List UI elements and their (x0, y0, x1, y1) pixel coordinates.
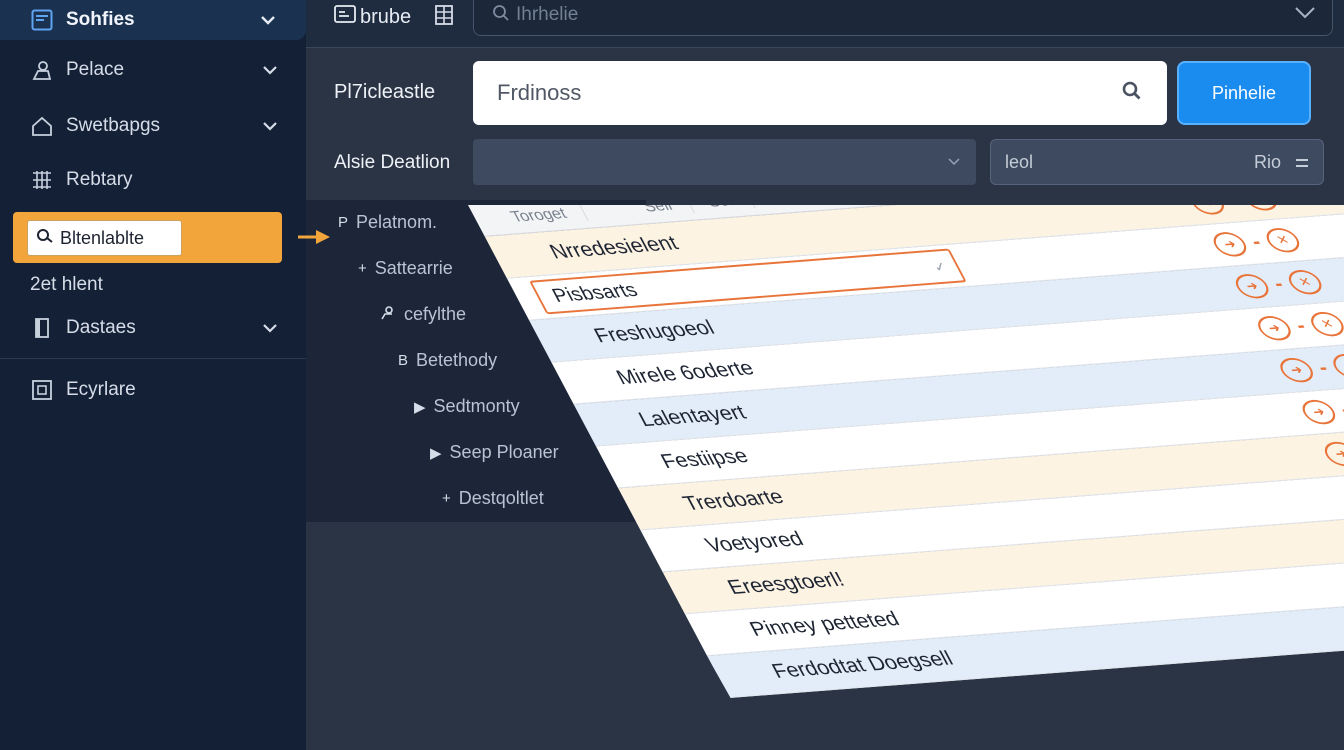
row-actions: ➜-✕ (1230, 268, 1327, 300)
row-actions: ➜-✕ (1186, 188, 1283, 216)
filter-input[interactable]: leol Rio (990, 139, 1324, 185)
row-action-edit-icon[interactable]: ➜ (1208, 231, 1252, 258)
primary-button[interactable]: Pinhelie (1177, 61, 1311, 125)
chevron-down-icon (948, 153, 960, 171)
grid-icon (30, 168, 54, 192)
search-icon[interactable] (1121, 80, 1143, 107)
action-separator: - (1224, 188, 1244, 211)
tree-item[interactable]: + Destqoltlet (442, 488, 544, 509)
top-bar: brube Ihrhelie (306, 0, 1344, 48)
expand-arrow-icon[interactable]: ▶ (430, 444, 442, 462)
tree-marker: P (338, 214, 349, 231)
action-separator: - (1335, 398, 1344, 421)
arrow-right-icon (298, 228, 332, 251)
global-search-input[interactable]: Ihrhelie (473, 0, 1333, 36)
tree-item-label: Sedtmonty (433, 396, 520, 416)
expand-arrow-icon[interactable]: ▶ (414, 398, 426, 416)
search-settings-icon (36, 227, 54, 250)
action-separator: - (1269, 272, 1288, 295)
chevron-down-icon[interactable] (260, 116, 280, 136)
tree-item[interactable]: cefylthe (380, 304, 466, 325)
main-input-value: Frdinoss (497, 80, 582, 105)
row-actions: ➜-✕ (1275, 352, 1344, 384)
filter-left-label: leol (1005, 151, 1034, 172)
sidebar-active-label: Bltenlablte (60, 227, 145, 248)
row-action-more-icon[interactable]: ✕ (1283, 268, 1327, 296)
sidebar-item-active[interactable]: Bltenlablte (13, 212, 282, 263)
tree-item-label: Betethody (416, 350, 498, 370)
tree-item-label: cefylthe (404, 304, 467, 324)
sidebar-item-label: Dastaes (66, 317, 136, 338)
frame-icon (30, 378, 54, 402)
person-icon (380, 305, 396, 325)
sidebar-active-chip[interactable]: Bltenlablte (27, 220, 182, 256)
select-dropdown[interactable] (473, 139, 976, 185)
main-text-input[interactable]: Frdinoss (473, 61, 1167, 125)
tree-item-label: Destqoltlet (458, 488, 544, 508)
chevron-down-icon[interactable] (260, 60, 280, 80)
data-table: Toroget Sell Set - Nrredesielent➜-✕Pisbs… (468, 188, 1344, 699)
sidebar-item-swetbapgs[interactable]: Swetbapgs (0, 104, 306, 148)
tree-item[interactable]: ▶ Sedtmonty (414, 396, 520, 417)
sidebar: Sohfies Pelace Swetbapgs Rebtary Bltenla… (0, 0, 306, 750)
document-icon (30, 316, 54, 340)
action-separator: - (1246, 230, 1266, 253)
chevron-down-icon[interactable] (260, 318, 280, 338)
tree-marker: B (398, 352, 409, 369)
main-field-label: Pl7icleastle (334, 81, 436, 103)
tree-item[interactable]: + Sattearrie (358, 258, 453, 279)
filter-right-label: Rio (1253, 151, 1281, 172)
row-action-more-icon[interactable]: ✕ (1239, 205, 1283, 212)
sidebar-item-dastaes[interactable]: Dastaes (0, 306, 306, 350)
search-icon (492, 4, 510, 27)
table-body: Nrredesielent ➜ - ✕ Pisbsarts ✓ ➜ - ✕ Freshugoeol… (484, 188, 1344, 699)
action-separator: - (1313, 356, 1333, 379)
sidebar-item-ecyrlare[interactable]: Ecyrlare (0, 368, 306, 412)
brand-label: brube (360, 5, 412, 28)
row-action-more-icon[interactable]: ✕ (1261, 226, 1305, 254)
column-header[interactable]: Toroget (471, 205, 589, 229)
home-icon (30, 114, 54, 138)
tree-item[interactable]: B Betethody (398, 350, 497, 371)
tree-item-label: Sattearrie (374, 258, 453, 278)
tree-item[interactable]: ▶ Seep Ploaner (430, 442, 559, 463)
action-separator: - (1291, 314, 1310, 337)
sidebar-item-plain[interactable]: 2et hlent (30, 274, 103, 296)
tree-item-label: Seep Ploaner (449, 442, 559, 462)
sidebar-divider (0, 358, 306, 359)
chevron-down-icon[interactable] (258, 10, 278, 30)
menu-lines-icon[interactable] (1295, 152, 1309, 173)
sidebar-header[interactable]: Sohfies (0, 0, 306, 40)
row-action-more-icon[interactable]: ✕ (1305, 310, 1344, 338)
app-window-icon (30, 8, 54, 32)
tree-item[interactable]: P Pelatnom. (338, 212, 437, 233)
tree-marker: + (442, 490, 451, 507)
sidebar-item-label: Pelace (66, 59, 125, 80)
select-field-label: Alsie Deatlion (334, 152, 451, 173)
sidebar-title: Sohfies (66, 9, 135, 30)
sidebar-item-label: Swetbapgs (66, 115, 161, 136)
tree-item-label: Pelatnom. (356, 212, 438, 232)
brand[interactable]: brube (334, 4, 411, 30)
sidebar-item-label: Ecyrlare (66, 379, 136, 400)
user-pin-icon (30, 58, 54, 82)
tree-marker: + (358, 260, 367, 277)
column-header[interactable]: Set (685, 205, 756, 213)
search-placeholder: Ihrhelie (516, 4, 579, 25)
apps-grid-icon[interactable] (434, 4, 458, 28)
sidebar-item-label: Rebtary (66, 169, 133, 190)
brand-icon (334, 4, 356, 30)
chevron-down-icon[interactable] (1294, 6, 1316, 25)
row-actions: ➜-✕ (1252, 310, 1344, 342)
sidebar-item-pelace[interactable]: Pelace (0, 48, 306, 92)
row-actions: ➜-✕ (1208, 226, 1305, 258)
sidebar-item-rebtary[interactable]: Rebtary (0, 158, 306, 202)
